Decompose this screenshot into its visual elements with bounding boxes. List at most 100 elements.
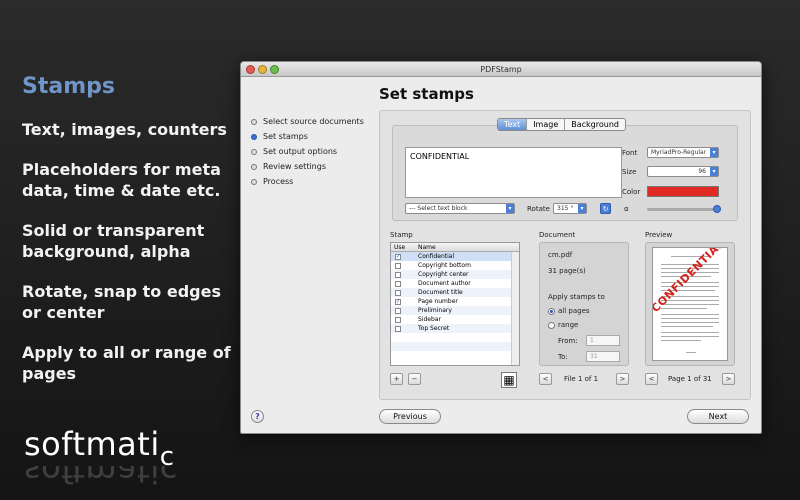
empty-row xyxy=(391,342,519,351)
minimize-button[interactable] xyxy=(258,65,267,74)
text-block-select[interactable]: --- Select text block ▾ xyxy=(405,203,515,214)
promo-item: Apply to all or range of pages xyxy=(22,343,231,383)
from-field[interactable]: 1 xyxy=(586,335,620,346)
file-nav-label: File 1 of 1 xyxy=(564,375,599,383)
promo-title: Stamps xyxy=(22,74,115,99)
radio-label: all pages xyxy=(558,307,590,315)
add-stamp-button[interactable]: + xyxy=(390,373,403,385)
promo-item: Rotate, snap to edges or center xyxy=(22,282,221,322)
table-row[interactable]: Document author xyxy=(391,279,519,288)
alpha-label: α xyxy=(624,205,629,213)
use-checkbox[interactable] xyxy=(395,307,401,314)
window-title: PDFStamp xyxy=(480,65,522,74)
stamp-name: Confidential xyxy=(418,253,455,260)
preview-section-label: Preview xyxy=(645,231,673,239)
size-select[interactable]: 96 ▾ xyxy=(647,166,719,177)
scrollbar[interactable] xyxy=(511,252,519,365)
alpha-slider[interactable] xyxy=(647,205,721,213)
step-bullet-icon xyxy=(251,178,257,185)
use-checkbox[interactable] xyxy=(395,316,401,323)
step-set-stamps[interactable]: Set stamps xyxy=(251,129,364,144)
stamp-text-editor[interactable]: CONFIDENTIAL xyxy=(405,147,622,198)
wizard-steps: Select source documents Set stamps Set o… xyxy=(251,114,364,189)
color-well[interactable] xyxy=(647,186,719,197)
close-button[interactable] xyxy=(246,65,255,74)
promo-item: Placeholders for meta data, time & date … xyxy=(22,160,221,200)
rotate-select[interactable]: 315 ° ▾ xyxy=(553,203,587,214)
color-label: Color xyxy=(622,188,641,196)
all-pages-radio[interactable]: all pages xyxy=(548,307,590,315)
table-row[interactable]: Top Secret xyxy=(391,324,519,333)
next-file-button[interactable]: > xyxy=(616,373,629,385)
font-select[interactable]: MyriadPro-Regular ▾ xyxy=(647,147,719,158)
qr-code-icon[interactable]: ▦ xyxy=(501,372,517,388)
title-bar: PDFStamp xyxy=(241,62,761,77)
table-body: ✓ Confidential Copyright bottom Copyright c… xyxy=(391,252,519,360)
remove-stamp-button[interactable]: − xyxy=(408,373,421,385)
step-label: Process xyxy=(263,177,294,186)
tab-text[interactable]: Text xyxy=(498,119,528,130)
page-title: Set stamps xyxy=(379,85,474,103)
apply-label: Apply stamps to xyxy=(548,293,605,301)
step-output-options[interactable]: Set output options xyxy=(251,144,364,159)
zoom-button[interactable] xyxy=(270,65,279,74)
rotate-icon[interactable]: ↻ xyxy=(600,203,611,214)
app-window: PDFStamp Set stamps Select source docume… xyxy=(240,61,762,434)
column-header-name[interactable]: Name xyxy=(415,243,436,251)
stamp-name: Page number xyxy=(418,298,458,305)
select-value: MyriadPro-Regular xyxy=(651,149,707,156)
use-checkbox[interactable]: ✓ xyxy=(395,253,401,260)
table-row[interactable]: Copyright center xyxy=(391,270,519,279)
next-page-button[interactable]: > xyxy=(722,373,735,385)
from-label: From: xyxy=(558,337,578,345)
document-pages: 31 page(s) xyxy=(548,267,586,275)
range-radio[interactable]: range xyxy=(548,321,578,329)
step-bullet-icon xyxy=(251,133,257,140)
next-button[interactable]: Next xyxy=(687,409,749,424)
use-checkbox[interactable] xyxy=(395,325,401,332)
document-section-label: Document xyxy=(539,231,576,239)
prev-page-button[interactable]: < xyxy=(645,373,658,385)
previous-button[interactable]: Previous xyxy=(379,409,441,424)
step-select-source[interactable]: Select source documents xyxy=(251,114,364,129)
table-row[interactable]: Copyright bottom xyxy=(391,261,519,270)
tab-image[interactable]: Image xyxy=(527,119,566,130)
step-review[interactable]: Review settings xyxy=(251,159,364,174)
to-label: To: xyxy=(558,353,568,361)
table-row[interactable]: ✓ Confidential xyxy=(391,252,519,261)
column-header-use[interactable]: Use xyxy=(391,243,415,251)
page-nav-label: Page 1 of 31 xyxy=(668,375,712,383)
stamp-name: Preliminary xyxy=(418,307,452,314)
use-checkbox[interactable] xyxy=(395,262,401,269)
to-field[interactable]: 31 xyxy=(586,351,620,362)
size-label: Size xyxy=(622,168,637,176)
brand-text: softmati xyxy=(24,425,160,463)
step-label: Review settings xyxy=(263,162,326,171)
use-checkbox[interactable]: ✓ xyxy=(395,298,401,305)
use-checkbox[interactable] xyxy=(395,271,401,278)
step-bullet-icon xyxy=(251,118,257,125)
tab-background[interactable]: Background xyxy=(565,119,625,130)
rotate-label: Rotate xyxy=(527,205,550,213)
chevron-down-icon: ▾ xyxy=(578,204,586,213)
promo-item: Solid or transparent background, alpha xyxy=(22,221,205,261)
document-name: cm.pdf xyxy=(548,251,573,259)
table-row[interactable]: Sidebar xyxy=(391,315,519,324)
slider-knob[interactable] xyxy=(713,205,721,213)
chevron-down-icon: ▾ xyxy=(710,167,718,176)
step-label: Set stamps xyxy=(263,132,308,141)
table-row[interactable]: Preliminary xyxy=(391,306,519,315)
table-row[interactable]: ✓ Page number xyxy=(391,297,519,306)
use-checkbox[interactable] xyxy=(395,280,401,287)
table-header: Use Name xyxy=(391,243,519,252)
chevron-down-icon: ▾ xyxy=(710,148,718,157)
step-bullet-icon xyxy=(251,163,257,170)
use-checkbox[interactable] xyxy=(395,289,401,296)
help-button[interactable]: ? xyxy=(251,410,264,423)
step-process[interactable]: Process xyxy=(251,174,364,189)
preview-panel: CONFIDENTIAL xyxy=(645,242,735,366)
table-row[interactable]: Document title xyxy=(391,288,519,297)
promo-item: Text, images, counters xyxy=(22,120,227,139)
stamp-name: Document author xyxy=(418,280,471,287)
prev-file-button[interactable]: < xyxy=(539,373,552,385)
